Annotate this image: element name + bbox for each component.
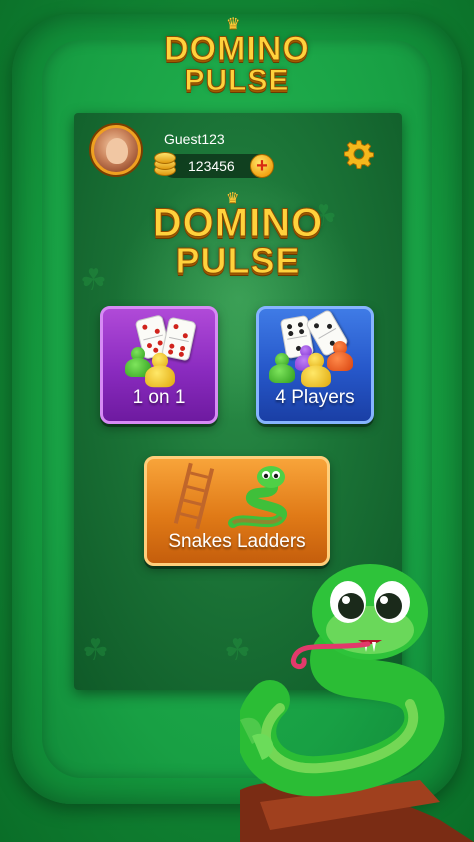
top-logo: ♛ DOMINO PULSE: [0, 14, 474, 96]
snake-mascot-icon: [240, 564, 474, 842]
mode-4-players-button[interactable]: 4 Players: [256, 306, 374, 424]
yellow-pawn-icon: [301, 352, 331, 388]
mode-4-players-label: 4 Players: [275, 387, 355, 408]
ladder-icon: [173, 462, 215, 530]
inner-logo: ♛ DOMINO PULSE: [74, 190, 402, 281]
coin-amount: 123456: [188, 158, 235, 174]
username: Guest123: [164, 131, 225, 147]
add-coins-button[interactable]: +: [250, 154, 274, 178]
green-pawn-icon: [269, 353, 295, 383]
mode-1-on-1-button[interactable]: 1 on 1: [100, 306, 218, 424]
gear-icon[interactable]: [344, 139, 374, 169]
yellow-pawn-icon: [145, 352, 175, 388]
inner-logo-line2: PULSE: [175, 240, 301, 281]
crown-icon: ♛: [226, 16, 241, 33]
crown-icon: ♛: [226, 190, 240, 207]
avatar-face: [106, 138, 128, 164]
mode-1-on-1-label: 1 on 1: [132, 387, 186, 408]
top-logo-line2: PULSE: [184, 64, 290, 97]
top-logo-line1: DOMINO: [164, 30, 310, 68]
inner-logo-line1: DOMINO: [152, 201, 324, 245]
avatar[interactable]: [91, 125, 141, 175]
snake-icon: [228, 466, 288, 528]
coin-icon: [152, 150, 180, 178]
clover-decoration-icon: ☘: [82, 634, 109, 667]
